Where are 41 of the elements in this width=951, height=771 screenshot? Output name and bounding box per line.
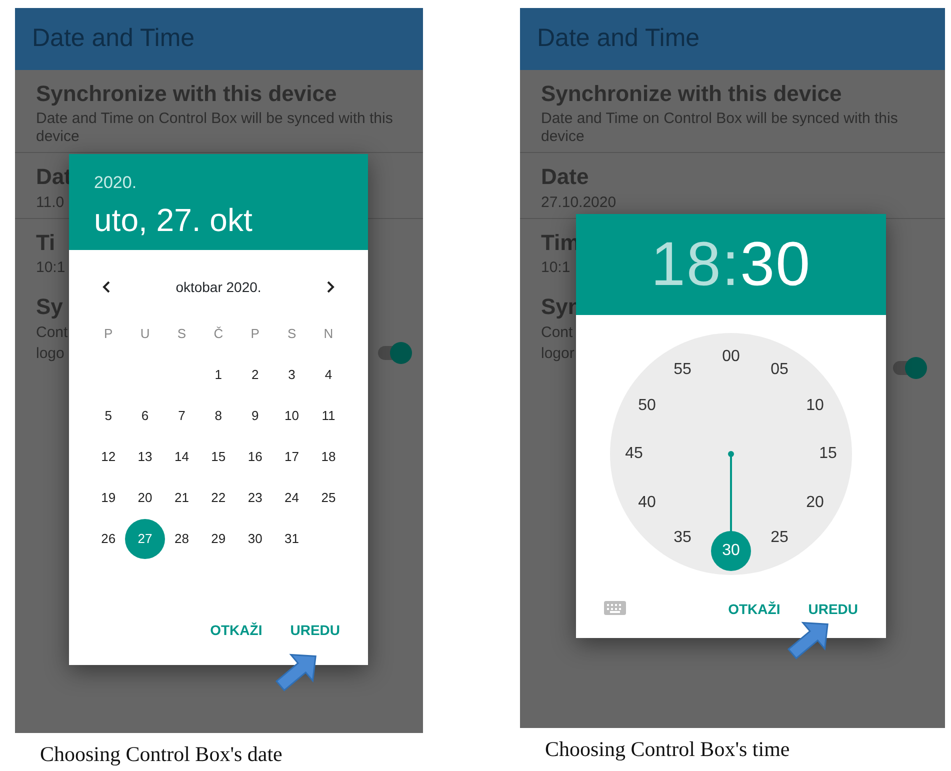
minute-display[interactable]: 30 <box>740 218 812 311</box>
figure-caption: Choosing Control Box's time <box>545 736 791 763</box>
weekday-label: Č <box>214 324 224 343</box>
calendar-day[interactable]: 27 <box>125 518 166 558</box>
selected-date: uto, 27. okt <box>94 200 254 240</box>
setting-title: Synchronize with this device <box>541 80 842 107</box>
setting-description: logo <box>36 344 64 362</box>
dialog-button[interactable]: OTKAŽI <box>722 595 786 624</box>
minute-option[interactable]: 00 <box>711 337 751 377</box>
setting-description: Cont <box>36 324 68 342</box>
weekday-label: U <box>140 324 150 343</box>
setting-description: 10:1 <box>36 259 66 277</box>
minute-option[interactable]: 45 <box>614 434 654 474</box>
app-bar-title: Date and Time <box>520 8 945 70</box>
setting-description: 11.0 <box>36 194 64 212</box>
setting-description: Cont <box>541 324 573 342</box>
time-separator: : <box>722 229 740 301</box>
weekday-label: S <box>177 324 186 343</box>
app-bar-title: Date and Time <box>15 8 423 70</box>
setting-title: Dat <box>36 163 72 190</box>
month-title: oktobar 2020. <box>176 278 262 296</box>
setting-description: 27.10.2020 <box>541 194 616 212</box>
chevron-left-icon[interactable] <box>101 280 111 294</box>
setting-description: Date and Time on Control Box will be synced with this device <box>541 110 899 146</box>
dialog-button[interactable]: UREDU <box>802 595 864 624</box>
setting-title: Ti <box>36 228 56 256</box>
figure-caption: Choosing Control Box's date <box>40 741 284 768</box>
setting-description: logor <box>541 344 574 362</box>
weekday-label: S <box>287 324 296 343</box>
dialog-button[interactable]: UREDU <box>284 616 346 645</box>
weekday-label: N <box>324 324 334 343</box>
chevron-right-icon[interactable] <box>326 280 336 294</box>
setting-title: Date <box>541 163 589 190</box>
minute-option[interactable]: 15 <box>808 434 848 474</box>
weekday-label: P <box>250 324 260 343</box>
weekday-label: P <box>104 324 113 343</box>
setting-title: Sy <box>36 293 63 320</box>
setting-description: 10:1 <box>541 259 570 277</box>
setting-title: Synchronize with this device <box>36 80 337 107</box>
dialog-button[interactable]: OTKAŽI <box>204 616 268 645</box>
setting-description: Date and Time on Control Box will be synced with this device <box>36 110 394 146</box>
